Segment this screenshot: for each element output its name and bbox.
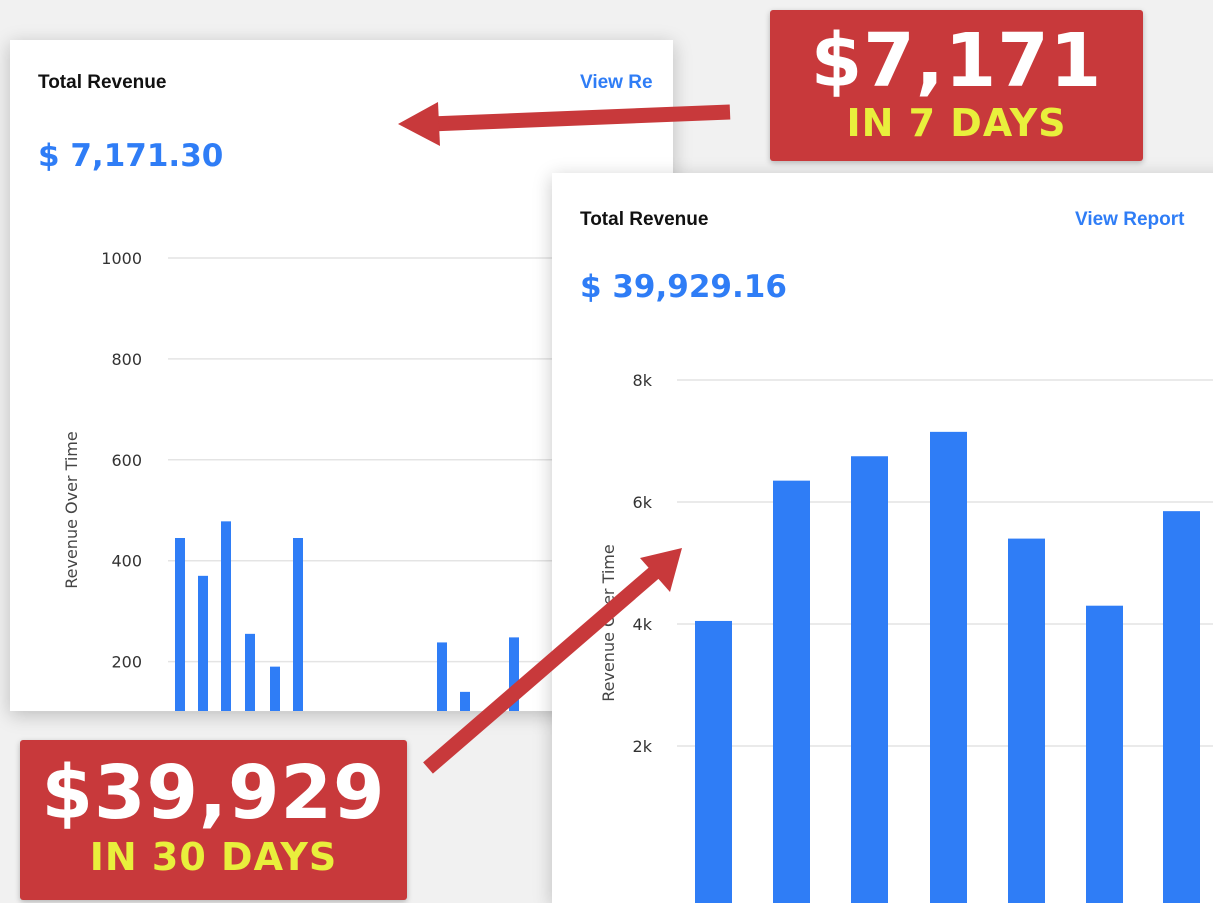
- revenue-bar: [1163, 511, 1200, 903]
- revenue-bar: [930, 431, 967, 903]
- revenue-bar: [437, 642, 447, 711]
- revenue-bar: [460, 691, 470, 711]
- revenue-bar: [221, 521, 231, 711]
- y-tick-label: 800: [111, 350, 142, 369]
- revenue-bar: [851, 456, 888, 903]
- y-tick-label: 400: [111, 552, 142, 571]
- revenue-bar: [773, 480, 810, 903]
- y-tick-label: 8k: [633, 371, 653, 390]
- seven-day-revenue-badge: $7,171 IN 7 DAYS: [770, 10, 1143, 161]
- revenue-bar: [1086, 605, 1123, 903]
- revenue-bar: [1008, 538, 1045, 903]
- badge-amount: $39,929: [41, 750, 386, 836]
- revenue-bar: [695, 620, 732, 903]
- badge-amount: $7,171: [810, 18, 1103, 104]
- revenue-bar: [175, 537, 185, 711]
- revenue-bar-chart: 2k 4k 6k 8k Revenue Over Time: [599, 371, 1213, 903]
- y-tick-label: 6k: [633, 493, 653, 512]
- y-tick-label: 600: [111, 451, 142, 470]
- revenue-bar: [245, 633, 255, 711]
- y-axis-label: Revenue Over Time: [599, 544, 618, 702]
- badge-period: IN 7 DAYS: [846, 101, 1067, 145]
- revenue-bar: [293, 537, 303, 711]
- revenue-card-30-days: Total Revenue View Report $ 39,929.16 2k…: [552, 173, 1213, 903]
- revenue-bar: [270, 666, 280, 711]
- revenue-bar: [509, 637, 519, 711]
- y-tick-label: 2k: [633, 737, 653, 756]
- y-tick-label: 4k: [633, 615, 653, 634]
- badge-period: IN 30 DAYS: [89, 835, 338, 879]
- y-axis-label: Revenue Over Time: [62, 431, 81, 589]
- revenue-bar: [198, 575, 208, 711]
- thirty-day-revenue-badge: $39,929 IN 30 DAYS: [20, 740, 407, 900]
- y-tick-label: 1000: [101, 249, 142, 268]
- y-tick-label: 200: [111, 653, 142, 672]
